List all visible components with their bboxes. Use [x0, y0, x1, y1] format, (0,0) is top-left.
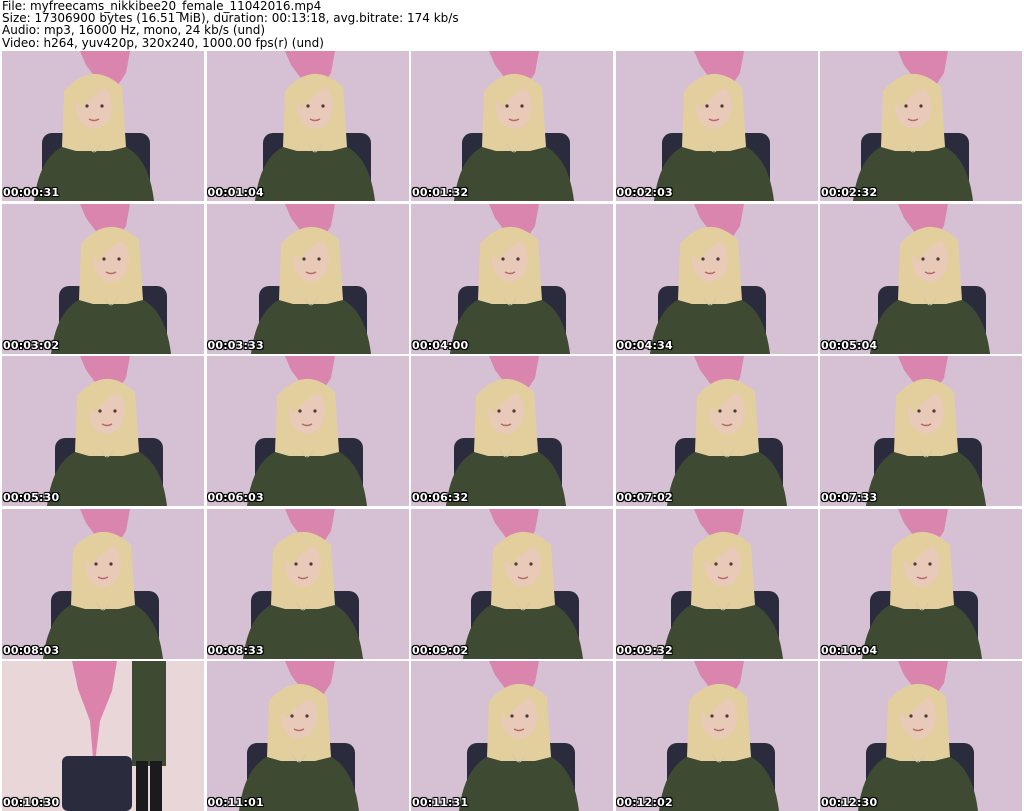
frame-timestamp: 00:07:33 — [821, 491, 878, 504]
frame-timestamp: 00:01:32 — [412, 186, 469, 199]
frame-timestamp: 00:04:00 — [412, 338, 469, 352]
frame-image — [820, 356, 1022, 506]
frame-timestamp: 00:05:30 — [3, 491, 60, 504]
thumbnail-frame: 00:04:34 — [615, 203, 818, 354]
frame-image — [615, 356, 818, 506]
frame-timestamp: 00:01:04 — [207, 186, 264, 199]
frame-timestamp: 00:09:02 — [412, 643, 469, 657]
thumbnail-frame: 00:07:33 — [820, 356, 1022, 506]
frame-timestamp: 00:10:30 — [3, 796, 60, 809]
frame-timestamp: 00:11:31 — [412, 796, 469, 809]
frame-image — [820, 508, 1022, 659]
thumbnail-frame: 00:01:04 — [206, 51, 409, 201]
frame-image — [820, 203, 1022, 354]
frame-image — [206, 356, 409, 506]
frame-image — [2, 203, 204, 354]
thumbnail-frame: 00:10:30 — [2, 661, 204, 811]
thumbnail-frame: 00:09:02 — [411, 508, 613, 659]
frame-timestamp: 00:07:02 — [616, 491, 673, 504]
frame-image — [411, 356, 613, 506]
thumbnail-frame: 00:08:33 — [206, 508, 409, 659]
video-info-line: Video: h264, yuv420p, 320x240, 1000.00 f… — [2, 35, 324, 50]
thumbnail-frame: 00:02:32 — [820, 51, 1022, 201]
frame-image — [615, 203, 818, 354]
frame-image — [206, 508, 409, 659]
thumbnail-frame: 00:04:00 — [411, 203, 613, 354]
frame-timestamp: 00:06:03 — [207, 491, 264, 504]
thumbnail-frame: 00:02:03 — [615, 51, 818, 201]
thumbnail-frame: 00:05:30 — [2, 356, 204, 506]
thumbnail-frame: 00:06:03 — [206, 356, 409, 506]
frame-image — [820, 51, 1022, 201]
audio-info-line: Audio: mp3, 16000 Hz, mono, 24 kb/s (und… — [2, 23, 266, 38]
thumbnail-frame: 00:03:33 — [206, 203, 409, 354]
frame-timestamp: 00:02:32 — [821, 186, 878, 199]
frame-timestamp: 00:00:31 — [3, 186, 60, 199]
frame-image — [2, 356, 204, 506]
thumbnail-grid: 00:00:31 00:01:04 00:01:32 00:02:03 00:02:32… — [2, 51, 1022, 811]
frame-timestamp: 00:08:33 — [207, 643, 264, 657]
frame-image — [411, 508, 613, 659]
frame-timestamp: 00:08:03 — [3, 643, 60, 657]
frame-timestamp: 00:03:02 — [3, 338, 60, 352]
thumbnail-frame: 00:00:31 — [2, 51, 204, 201]
frame-image — [615, 508, 818, 659]
thumbnail-frame: 00:11:01 — [206, 661, 409, 811]
thumbnail-frame: 00:10:04 — [820, 508, 1022, 659]
thumbnail-frame: 00:12:02 — [615, 661, 818, 811]
frame-timestamp: 00:02:03 — [616, 186, 673, 199]
thumbnail-frame: 00:07:02 — [615, 356, 818, 506]
frame-image — [206, 203, 409, 354]
frame-timestamp: 00:05:04 — [821, 338, 878, 352]
frame-image — [2, 508, 204, 659]
frame-timestamp: 00:10:04 — [821, 643, 878, 657]
frame-image — [411, 203, 613, 354]
thumbnail-frame: 00:09:32 — [615, 508, 818, 659]
frame-image — [411, 51, 613, 201]
frame-image — [206, 51, 409, 201]
frame-image — [411, 661, 613, 811]
thumbnail-frame: 00:12:30 — [820, 661, 1022, 811]
frame-timestamp: 00:09:32 — [616, 643, 673, 657]
video-info-header: File: myfreecams_nikkibee20_female_11042… — [2, 0, 1022, 50]
thumbnail-frame: 00:08:03 — [2, 508, 204, 659]
thumbnail-frame: 00:05:04 — [820, 203, 1022, 354]
frame-image — [206, 661, 409, 811]
thumbnail-frame: 00:06:32 — [411, 356, 613, 506]
frame-timestamp: 00:04:34 — [616, 338, 673, 352]
frame-image — [615, 51, 818, 201]
thumbnail-frame: 00:11:31 — [411, 661, 613, 811]
frame-image — [615, 661, 818, 811]
frame-timestamp: 00:03:33 — [207, 338, 264, 352]
frame-timestamp: 00:12:02 — [616, 796, 673, 809]
thumbnail-frame: 00:03:02 — [2, 203, 204, 354]
frame-image — [820, 661, 1022, 811]
thumbnail-frame: 00:01:32 — [411, 51, 613, 201]
frame-image — [2, 51, 204, 201]
frame-image — [2, 661, 204, 811]
frame-timestamp: 00:12:30 — [821, 796, 878, 809]
frame-timestamp: 00:06:32 — [412, 491, 469, 504]
frame-timestamp: 00:11:01 — [207, 796, 264, 809]
